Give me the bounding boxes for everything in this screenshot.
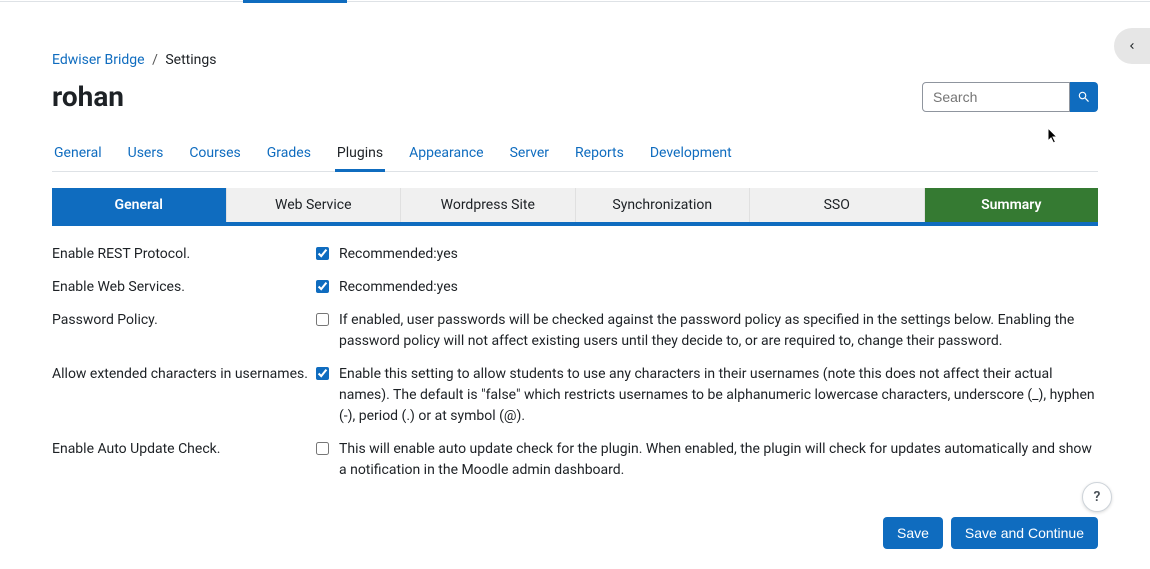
- setting-label: Enable REST Protocol.: [52, 244, 316, 265]
- subtab-wordpress-site[interactable]: Wordpress Site: [401, 188, 576, 222]
- tab-grades[interactable]: Grades: [265, 135, 313, 171]
- subtab-general[interactable]: General: [52, 188, 227, 222]
- tab-general[interactable]: General: [52, 135, 104, 171]
- subtab-sso[interactable]: SSO: [750, 188, 925, 222]
- breadcrumb-current: Settings: [165, 52, 216, 68]
- save-continue-button[interactable]: Save and Continue: [951, 517, 1098, 549]
- search-form: [922, 82, 1098, 112]
- save-button[interactable]: Save: [883, 517, 943, 549]
- setting-row: Enable Auto Update Check. This will enab…: [52, 439, 1098, 481]
- plugin-subtabs: General Web Service Wordpress Site Synch…: [52, 188, 1098, 226]
- help-button[interactable]: ?: [1082, 482, 1112, 512]
- page-title: rohan: [52, 80, 124, 113]
- drawer-toggle-button[interactable]: [1114, 28, 1150, 64]
- top-nav-active-indicator: [243, 0, 347, 3]
- subtab-web-service[interactable]: Web Service: [227, 188, 402, 222]
- tab-users[interactable]: Users: [126, 135, 166, 171]
- setting-row: Allow extended characters in usernames. …: [52, 364, 1098, 427]
- setting-desc: Recommended:yes: [339, 277, 458, 298]
- setting-row: Enable REST Protocol. Recommended:yes: [52, 244, 1098, 265]
- subtab-summary[interactable]: Summary: [925, 188, 1099, 222]
- setting-checkbox-password-policy[interactable]: [316, 313, 329, 326]
- search-button[interactable]: [1070, 82, 1098, 112]
- tab-plugins[interactable]: Plugins: [335, 135, 385, 171]
- setting-label: Password Policy.: [52, 310, 316, 331]
- setting-checkbox-enable-web-services[interactable]: [316, 280, 329, 293]
- setting-row: Enable Web Services. Recommended:yes: [52, 277, 1098, 298]
- settings-list: Enable REST Protocol. Recommended:yes En…: [52, 244, 1098, 481]
- subtab-synchronization[interactable]: Synchronization: [576, 188, 751, 222]
- tab-development[interactable]: Development: [648, 135, 734, 171]
- setting-label: Enable Auto Update Check.: [52, 439, 316, 460]
- setting-label: Allow extended characters in usernames.: [52, 364, 316, 385]
- setting-desc: Enable this setting to allow students to…: [339, 364, 1098, 427]
- setting-checkbox-auto-update[interactable]: [316, 442, 329, 455]
- setting-desc: If enabled, user passwords will be check…: [339, 310, 1098, 352]
- setting-row: Password Policy. If enabled, user passwo…: [52, 310, 1098, 352]
- tab-appearance[interactable]: Appearance: [407, 135, 485, 171]
- breadcrumb: Edwiser Bridge / Settings: [52, 52, 1098, 68]
- settings-nav-tabs: General Users Courses Grades Plugins App…: [52, 135, 1098, 172]
- tab-courses[interactable]: Courses: [187, 135, 242, 171]
- setting-label: Enable Web Services.: [52, 277, 316, 298]
- setting-desc: Recommended:yes: [339, 244, 458, 265]
- breadcrumb-separator: /: [152, 52, 158, 68]
- chevron-left-icon: [1126, 40, 1138, 52]
- setting-checkbox-enable-rest[interactable]: [316, 247, 329, 260]
- tab-server[interactable]: Server: [508, 135, 551, 171]
- search-icon: [1077, 90, 1091, 104]
- breadcrumb-parent-link[interactable]: Edwiser Bridge: [52, 52, 145, 68]
- search-input[interactable]: [922, 82, 1070, 112]
- setting-desc: This will enable auto update check for t…: [339, 439, 1098, 481]
- tab-reports[interactable]: Reports: [573, 135, 626, 171]
- form-actions: Save Save and Continue: [52, 517, 1098, 549]
- setting-checkbox-extended-chars[interactable]: [316, 367, 329, 380]
